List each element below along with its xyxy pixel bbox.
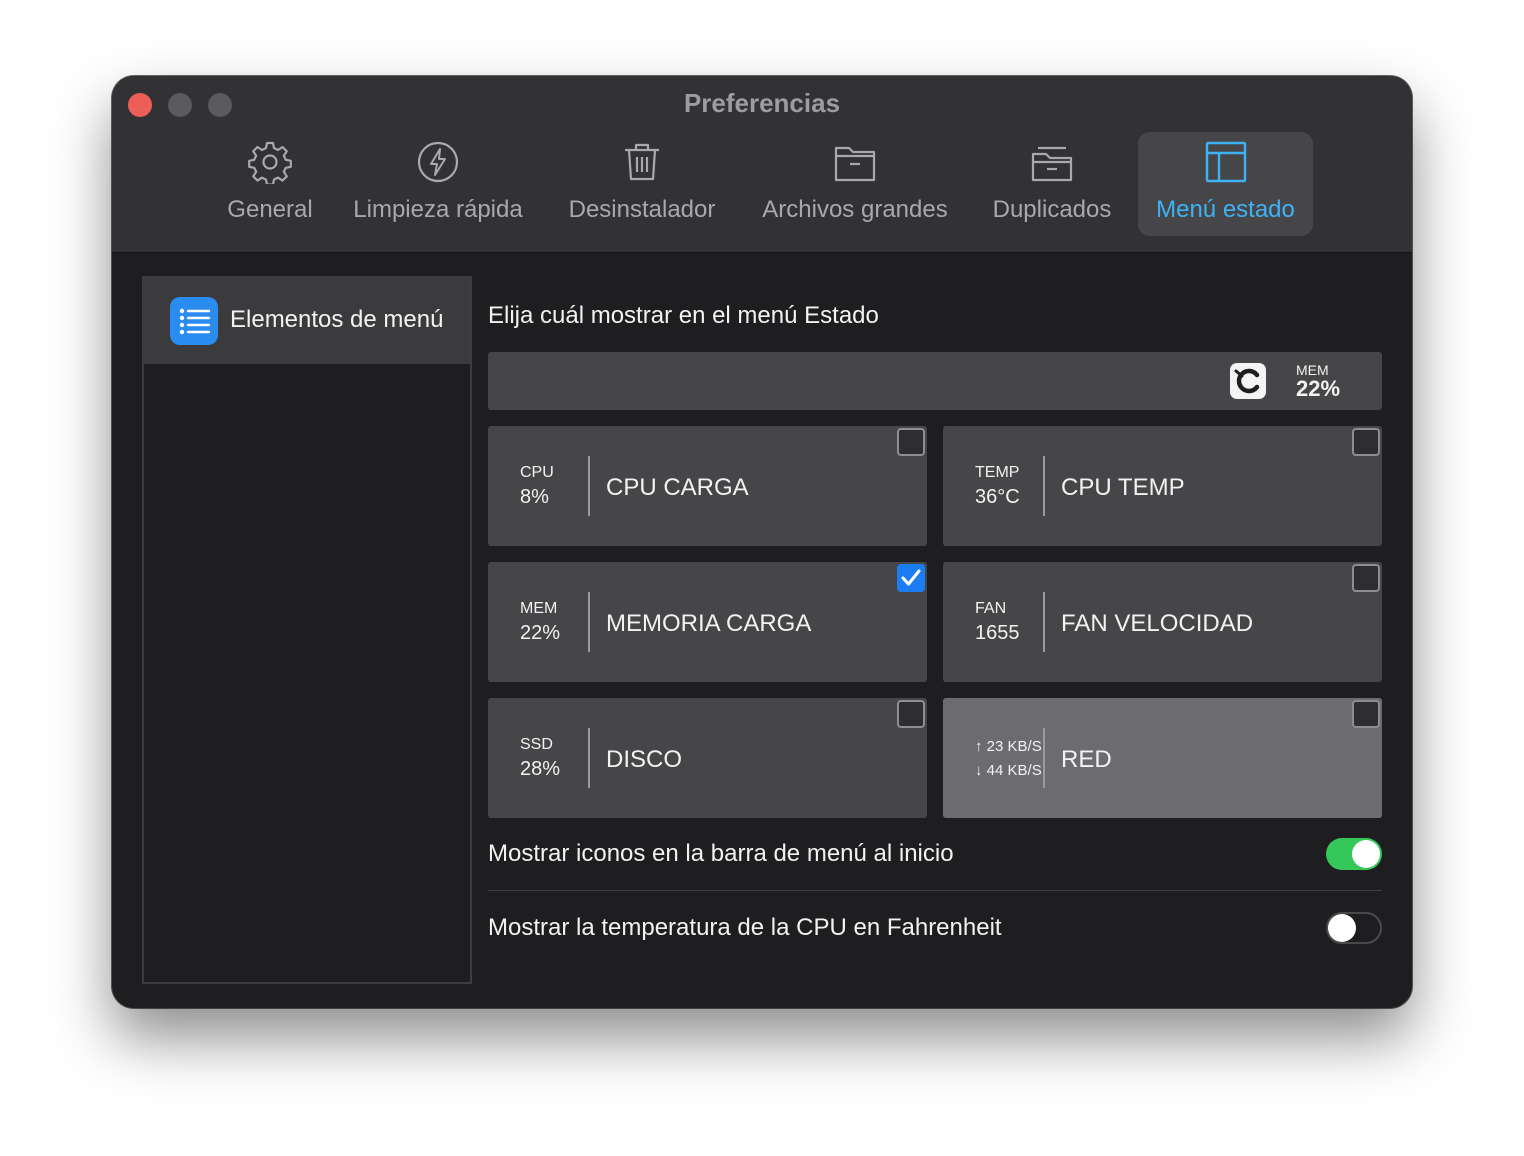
window-title: Preferencias xyxy=(683,88,841,118)
tab-duplicates[interactable]: Duplicados xyxy=(984,132,1120,236)
section-title: Elija cuál mostrar en el menú Estado xyxy=(488,302,879,329)
tile-label: RED xyxy=(1061,746,1112,773)
checkmark-icon xyxy=(901,569,921,586)
tile-divider xyxy=(1043,456,1045,516)
tab-label: Menú estado xyxy=(1156,196,1295,223)
tile-small-value: 28% xyxy=(520,758,561,780)
preferences-window: Preferencias General Limpieza rápida Des… xyxy=(112,76,1412,1008)
tab-label: Limpieza rápida xyxy=(353,196,523,223)
show-icons-toggle[interactable] xyxy=(1326,838,1382,870)
tab-label: Desinstalador xyxy=(568,196,716,223)
sidebar-item-label: Elementos de menú xyxy=(230,306,444,333)
preview-mem-value: 22% xyxy=(1296,376,1341,401)
divider xyxy=(488,890,1382,891)
app-logo-icon xyxy=(1230,363,1266,399)
tab-general[interactable]: General xyxy=(210,132,330,236)
tab-large-files[interactable]: Archivos grandes xyxy=(750,132,960,236)
toolbar: Preferencias General Limpieza rápida Des… xyxy=(112,76,1412,253)
tile-small-label: TEMP xyxy=(975,464,1020,481)
tab-quick-clean[interactable]: Limpieza rápida xyxy=(342,132,534,236)
sidebar-item-menu-items[interactable]: Elementos de menú xyxy=(144,278,470,364)
tab-label: Duplicados xyxy=(992,196,1112,223)
tile-small-value: 8% xyxy=(520,486,549,508)
duplicate-folder-icon xyxy=(1031,146,1073,182)
tile-checkbox[interactable] xyxy=(1352,428,1380,456)
tile-divider xyxy=(588,592,590,652)
tile-checkbox[interactable] xyxy=(1352,700,1380,728)
tile-checkbox-checked[interactable] xyxy=(897,564,925,592)
status-menu-preview: MEM 22% xyxy=(488,352,1382,410)
sidebar: Elementos de menú xyxy=(142,276,472,984)
network-upload-speed: ↑ 23 KB/S xyxy=(975,738,1042,755)
folder-icon xyxy=(834,146,876,182)
tile-divider xyxy=(1043,728,1045,788)
tile-label: CPU TEMP xyxy=(1061,474,1185,501)
tile-small-value: 36°C xyxy=(975,486,1020,508)
tile-label: DISCO xyxy=(606,746,683,773)
list-icon xyxy=(170,297,218,345)
tile-small-value: 1655 xyxy=(975,622,1020,644)
tile-memory-load[interactable]: MEM 22% MEMORIA CARGA xyxy=(488,562,927,682)
tile-small-label: MEM xyxy=(520,600,558,617)
network-download-speed: ↓ 44 KB/S xyxy=(975,762,1042,779)
tile-cpu-load[interactable]: CPU 8% CPU CARGA xyxy=(488,426,927,546)
tile-network[interactable]: ↑ 23 KB/S ↓ 44 KB/S RED xyxy=(943,698,1382,818)
tile-label: CPU CARGA xyxy=(606,474,749,501)
lightning-icon xyxy=(417,141,459,183)
gear-icon xyxy=(248,141,292,184)
tab-uninstaller[interactable]: Desinstalador xyxy=(558,132,726,236)
tile-checkbox[interactable] xyxy=(1352,564,1380,592)
tile-fan-speed[interactable]: FAN 1655 FAN VELOCIDAD xyxy=(943,562,1382,682)
tile-divider xyxy=(588,456,590,516)
tile-label: FAN VELOCIDAD xyxy=(1061,610,1254,637)
option-label-fahrenheit: Mostrar la temperatura de la CPU en Fahr… xyxy=(488,914,1002,941)
tile-small-label: FAN xyxy=(975,600,1007,617)
tile-disk[interactable]: SSD 28% DISCO xyxy=(488,698,927,818)
tile-cpu-temp[interactable]: TEMP 36°C CPU TEMP xyxy=(943,426,1382,546)
tile-small-label: SSD xyxy=(520,736,553,753)
toggle-knob xyxy=(1352,840,1380,868)
tile-checkbox[interactable] xyxy=(897,428,925,456)
tile-label: MEMORIA CARGA xyxy=(606,610,812,637)
tab-label: Archivos grandes xyxy=(762,196,948,223)
tile-checkbox[interactable] xyxy=(897,700,925,728)
fahrenheit-toggle[interactable] xyxy=(1326,912,1382,944)
layout-icon xyxy=(1205,141,1246,183)
tab-status-menu[interactable]: Menú estado xyxy=(1138,132,1313,236)
tab-label: General xyxy=(227,196,313,223)
trash-icon xyxy=(625,143,659,181)
tile-divider xyxy=(588,728,590,788)
toggle-knob xyxy=(1328,914,1356,942)
option-label-show-icons: Mostrar iconos en la barra de menú al in… xyxy=(488,840,954,867)
tile-small-label: CPU xyxy=(520,464,554,481)
tile-small-value: 22% xyxy=(520,622,561,644)
tile-divider xyxy=(1043,592,1045,652)
